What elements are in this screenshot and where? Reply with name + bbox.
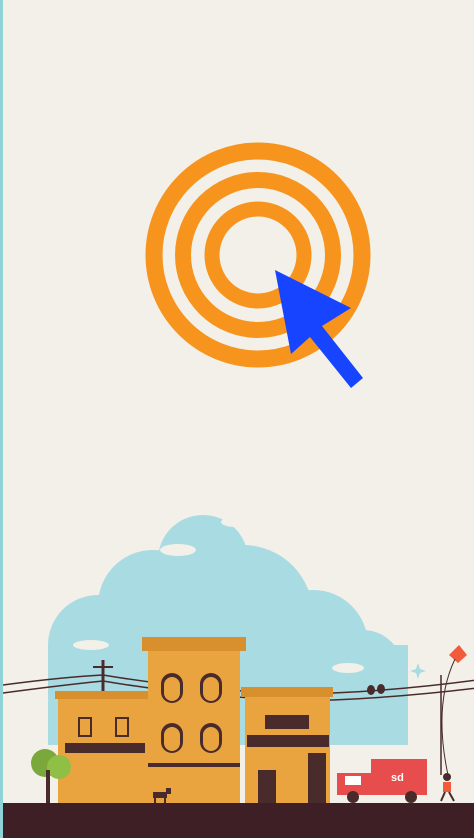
target-icon (145, 142, 371, 368)
building-center (142, 637, 246, 803)
truck-label: sd (391, 772, 404, 784)
city-illustration: sd (3, 515, 474, 838)
building-right (241, 687, 333, 803)
splash-screen: sd (0, 0, 474, 838)
delivery-truck: sd (337, 759, 427, 803)
running-kid (440, 773, 455, 802)
kite (441, 645, 467, 776)
ground (3, 803, 474, 838)
building-left (55, 691, 151, 803)
target-logo (145, 142, 371, 388)
